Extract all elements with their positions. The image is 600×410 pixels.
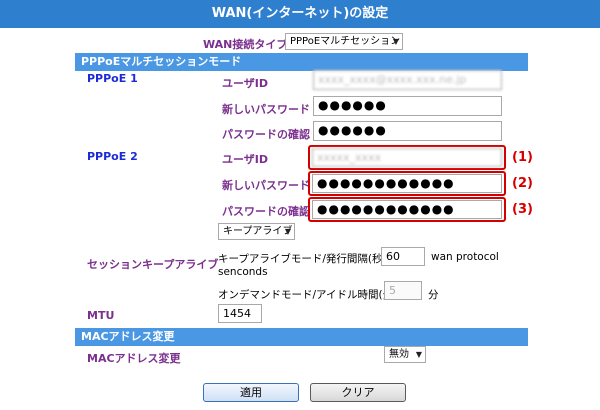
- clear-button[interactable]: クリア: [310, 383, 406, 402]
- pppoe1-user-id-label: ユーザID: [222, 77, 269, 90]
- pppoe1-new-password-label: 新しいパスワード: [222, 103, 310, 116]
- keepalive-mode-selected: キープアライブ: [223, 226, 293, 237]
- wan-type-select[interactable]: PPPoEマルチセッション ▼: [285, 33, 403, 50]
- idle-time-unit: 分: [428, 289, 439, 301]
- mtu-label: MTU: [87, 309, 115, 322]
- keepalive-interval-suffix: wan protocol: [431, 251, 499, 263]
- pppoe2-confirm-password-input[interactable]: ●●●●●●●●●●●●: [312, 200, 502, 219]
- chevron-down-icon: ▼: [392, 37, 399, 46]
- pppoe1-confirm-password-label: パスワードの確認: [222, 128, 310, 141]
- mtu-input[interactable]: 1454: [218, 304, 262, 323]
- pppoe1-label: PPPoE 1: [87, 72, 138, 85]
- keepalive-interval-input[interactable]: 60: [381, 247, 425, 266]
- marker-3: (3): [512, 202, 533, 217]
- mac-section-header: MACアドレス変更: [75, 328, 528, 346]
- pppoe1-new-password-input[interactable]: ●●●●●●: [313, 96, 502, 116]
- apply-button[interactable]: 適用: [203, 383, 299, 402]
- pppoe2-new-password-label: 新しいパスワード: [222, 179, 310, 192]
- keepalive-interval-label: キープアライブモード/発行間隔(秒):: [218, 253, 391, 265]
- mac-address-change-select[interactable]: 無効 ▼: [384, 346, 426, 363]
- chevron-down-icon: ▼: [284, 227, 291, 236]
- idle-time-input[interactable]: 5: [384, 281, 422, 300]
- pppoe2-user-id-label: ユーザID: [222, 153, 269, 166]
- pppoe2-user-id-input[interactable]: xxxxx_xxxx: [312, 148, 502, 167]
- keepalive-mode-select[interactable]: キープアライブ ▼: [218, 223, 295, 240]
- marker-2: (2): [512, 176, 533, 191]
- wan-type-selected: PPPoEマルチセッション: [290, 36, 401, 47]
- pppoe-section-header: PPPoEマルチセッションモード: [75, 53, 528, 71]
- session-keepalive-label: セッションキープアライブ: [87, 258, 219, 271]
- pppoe1-confirm-password-input[interactable]: ●●●●●●: [313, 121, 502, 141]
- page-title: WAN(インターネット)の設定: [0, 0, 600, 28]
- pppoe2-new-password-input[interactable]: ●●●●●●●●●●●●: [312, 174, 502, 193]
- pppoe2-label: PPPoE 2: [87, 150, 138, 163]
- marker-1: (1): [512, 150, 533, 165]
- idle-time-label: オンデマンドモード/アイドル時間(分):: [218, 289, 401, 301]
- pppoe2-confirm-password-label: パスワードの確認: [222, 205, 310, 218]
- wan-type-label: WAN接続タイプ: [203, 38, 288, 51]
- keepalive-interval-suffix2: senconds: [218, 266, 268, 278]
- chevron-down-icon: ▼: [415, 350, 422, 359]
- mac-address-change-label: MACアドレス変更: [87, 352, 181, 365]
- mac-address-change-selected: 無効: [389, 349, 409, 360]
- pppoe1-user-id-input[interactable]: xxxx_xxxx@xxxx.xxx.ne.jp: [313, 70, 502, 90]
